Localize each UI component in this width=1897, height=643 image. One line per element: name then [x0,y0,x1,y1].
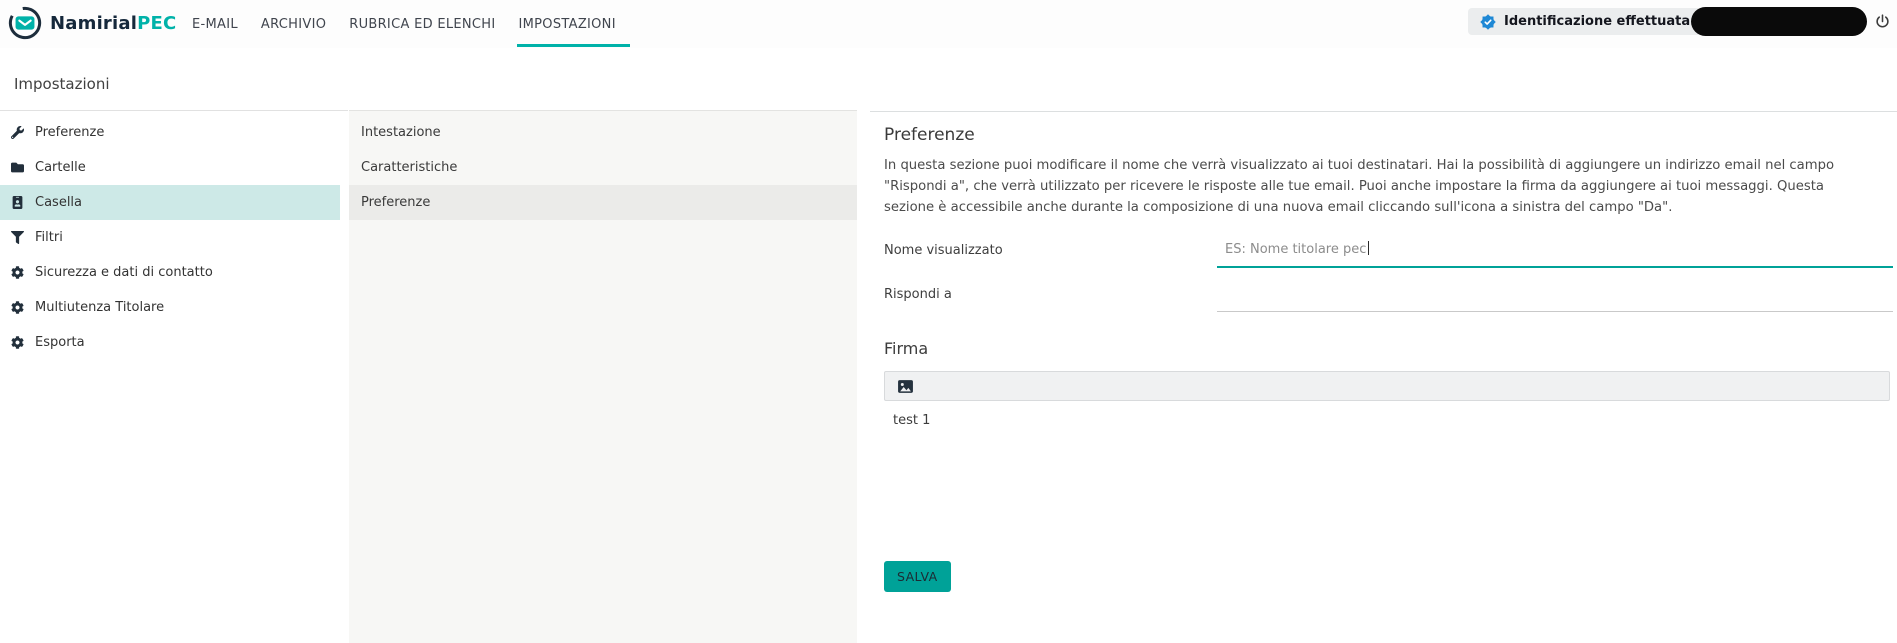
sidebar-item-label: Cartelle [35,160,86,175]
text-cursor [1368,241,1370,255]
page-title: Impostazioni [14,75,110,93]
input-placeholder: ES: Nome titolare pec [1225,242,1367,257]
panel-description: In questa sezione puoi modificare il nom… [884,158,1835,215]
reply-to-input[interactable] [1217,285,1893,312]
id-badge-icon [11,196,24,209]
sidebar-item-preferenze[interactable]: Preferenze [0,115,340,150]
preferences-panel: Preferenze In questa sezione puoi modifi… [870,111,1897,643]
redacted-account-name [1691,7,1867,36]
page-header: Impostazioni [0,48,1897,110]
sidebar-item-label: Filtri [35,230,63,245]
gear-icon [11,301,24,314]
preferences-form: Nome visualizzato ES: Nome titolare pec … [884,241,1897,312]
submenu-item-preferenze[interactable]: Preferenze [349,185,857,220]
sidebar-item-label: Sicurezza e dati di contatto [35,265,213,280]
display-name-label: Nome visualizzato [884,243,1003,258]
brand-suffix: PEC [137,12,177,34]
nav-email[interactable]: E-MAIL [192,0,238,48]
power-logout-icon[interactable] [1874,13,1891,30]
namirialpec-envelope-logo-icon [8,6,42,40]
main-nav: E-MAIL ARCHIVIO RUBRICA ED ELENCHI IMPOS… [192,0,639,48]
gear-icon [11,266,24,279]
signature-editor[interactable]: test 1 [884,401,1890,547]
folder-icon [11,161,24,174]
nav-archivio[interactable]: ARCHIVIO [261,0,326,48]
submenu-item-label: Caratteristiche [361,160,458,175]
sidebar-item-label: Preferenze [35,125,105,140]
reply-to-row: Rispondi a [884,285,1897,312]
panel-heading: Preferenze [884,125,975,145]
sidebar-item-label: Casella [35,195,83,210]
gear-icon [11,336,24,349]
identification-status-label: Identificazione effettuata [1504,14,1691,29]
signature-heading: Firma [884,339,929,358]
insert-image-icon[interactable] [897,378,914,395]
sidebar-item-casella[interactable]: Casella [0,185,340,220]
save-button[interactable]: SALVA [884,561,951,592]
reply-to-label: Rispondi a [884,287,952,302]
casella-submenu: Intestazione Caratteristiche Preferenze [349,110,857,643]
settings-sidebar: Preferenze Cartelle Casella Filtri Sicur… [0,110,348,643]
submenu-item-label: Preferenze [361,195,431,210]
submenu-item-caratteristiche[interactable]: Caratteristiche [349,150,857,185]
top-app-bar: NamirialPEC E-MAIL ARCHIVIO RUBRICA ED E… [0,0,1897,49]
submenu-item-intestazione[interactable]: Intestazione [349,115,857,150]
nav-impostazioni[interactable]: IMPOSTAZIONI [516,0,631,48]
signature-content: test 1 [893,413,931,428]
sidebar-item-label: Esporta [35,335,85,350]
sidebar-item-sicurezza[interactable]: Sicurezza e dati di contatto [0,255,340,290]
submenu-item-label: Intestazione [361,125,441,140]
display-name-row: Nome visualizzato ES: Nome titolare pec [884,241,1897,268]
identification-status-badge: Identificazione effettuata [1468,8,1702,35]
verified-badge-icon [1479,13,1497,31]
signature-editor-toolbar [884,371,1890,401]
filter-icon [11,231,24,244]
sidebar-item-multiutenza[interactable]: Multiutenza Titolare [0,290,340,325]
sidebar-item-esporta[interactable]: Esporta [0,325,340,360]
sidebar-item-cartelle[interactable]: Cartelle [0,150,340,185]
brand-logo[interactable]: NamirialPEC [8,6,176,40]
sidebar-item-label: Multiutenza Titolare [35,300,165,315]
display-name-input[interactable]: ES: Nome titolare pec [1217,241,1893,268]
nav-rubrica-ed-elenchi[interactable]: RUBRICA ED ELENCHI [349,0,495,48]
sidebar-item-filtri[interactable]: Filtri [0,220,340,255]
wrench-icon [10,126,24,140]
brand-name: NamirialPEC [50,12,177,34]
